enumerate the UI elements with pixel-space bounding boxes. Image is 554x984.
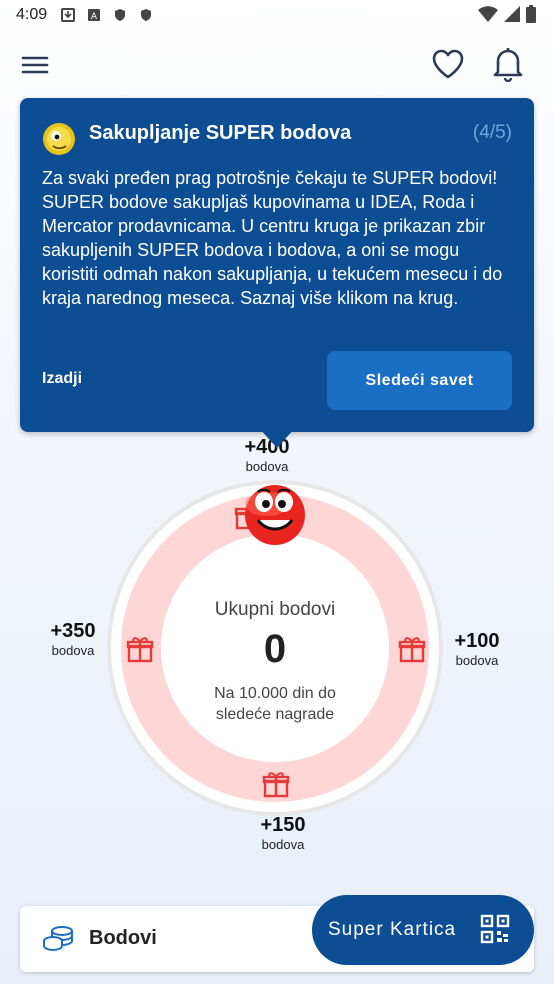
status-bar: 4:09 A — [0, 0, 554, 30]
points-bottom-unit: bodova — [261, 837, 305, 852]
points-top-unit: bodova — [245, 459, 289, 474]
a-icon: A — [88, 9, 101, 22]
super-card-button[interactable]: Super Kartica — [312, 895, 534, 965]
heart-icon[interactable] — [430, 46, 466, 82]
tooltip-title: Sakupljanje SUPER bodova — [89, 122, 352, 144]
tooltip-body: Za svaki pređen prag potrošnje čekaju te… — [42, 168, 503, 308]
total-points-value: 0 — [263, 627, 287, 671]
gift-icon[interactable] — [126, 635, 154, 663]
tooltip-step: (4/5) — [472, 122, 512, 143]
mascot-icon — [245, 485, 305, 545]
tooltip-arrow — [259, 428, 295, 448]
signal-icon — [504, 6, 520, 22]
exit-button[interactable]: Izadji — [42, 370, 82, 388]
gift-icon[interactable] — [398, 635, 426, 663]
gift-icon[interactable] — [262, 770, 290, 798]
bell-icon[interactable] — [490, 44, 526, 82]
status-indicators — [478, 5, 536, 23]
points-bottom-value: +150 — [260, 814, 306, 836]
points-card-label: Bodovi — [89, 927, 157, 949]
shield-icon — [115, 9, 126, 21]
points-bottom: +150 bodova — [248, 814, 318, 852]
shield-icon — [141, 9, 152, 21]
onboarding-tooltip: Sakupljanje SUPER bodova (4/5) Za svaki … — [20, 98, 534, 432]
super-card-label: Super Kartica — [328, 919, 457, 940]
points-left-unit: bodova — [51, 643, 95, 658]
ring-center[interactable]: Ukupni bodovi 0 Na 10.000 din do sledeće… — [160, 540, 390, 770]
points-right: +100 bodova — [442, 630, 512, 668]
menu-icon[interactable] — [20, 50, 50, 80]
points-right-unit: bodova — [455, 653, 499, 668]
qr-code-icon — [480, 914, 510, 944]
points-left-value: +350 — [50, 620, 96, 642]
next-tip-button[interactable]: Sledeći savet — [327, 351, 512, 410]
points-right-value: +100 — [454, 630, 500, 652]
coins-icon — [43, 926, 73, 952]
battery-icon — [526, 5, 536, 23]
download-icon — [61, 8, 76, 22]
next-reward-text: Na 10.000 din do sledeće nagrade — [214, 685, 336, 723]
app-bar — [0, 40, 554, 90]
total-points-label: Ukupni bodovi — [214, 599, 336, 620]
wifi-icon — [478, 6, 498, 22]
coin-mascot-icon — [43, 123, 75, 155]
points-left: +350 bodova — [38, 620, 108, 658]
status-time: 4:09 — [16, 6, 48, 23]
svg-text:A: A — [91, 12, 98, 22]
